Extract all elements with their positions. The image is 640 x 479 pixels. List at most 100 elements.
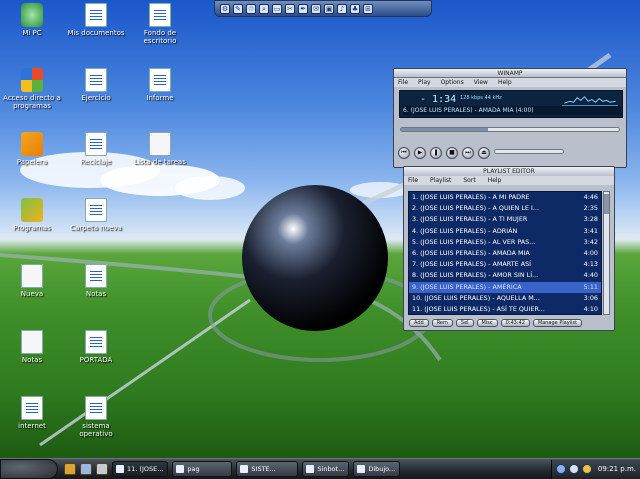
pl-menu-help[interactable]: Help — [488, 176, 502, 185]
winamp-title-bar[interactable]: WINAMP — [394, 69, 626, 78]
total-time: 0:43:42 — [500, 319, 530, 327]
desktop-icon[interactable]: Mis documentos — [66, 3, 126, 37]
menu-options[interactable]: Options — [441, 78, 464, 87]
control-panel-icon[interactable]: ⚙ — [220, 3, 230, 14]
desktop-icon[interactable]: PORTADA — [66, 330, 126, 364]
task-button[interactable]: Dibujo... — [353, 461, 401, 477]
playlist-buttons: Add Rem Sel Misc 0:43:42 Manage Playlist — [409, 319, 583, 327]
quick-launch-bar: ⚙ ✎ ♲ ⌕ ▭ ✂ ✒ ✉ ▣ ♪ ♣ ⊞ — [214, 0, 432, 17]
select-button[interactable]: Sel — [455, 319, 474, 327]
desktop-icon[interactable]: Notas — [66, 264, 126, 298]
scroll-thumb[interactable] — [604, 194, 609, 214]
desktop-icon[interactable]: Lista de tareas — [130, 132, 190, 166]
playlist-item[interactable]: 10. (JOSE LUIS PERALES) - AQUELLA M... 3:… — [409, 293, 601, 304]
prev-icon[interactable]: ⏮ — [398, 147, 410, 159]
playlist-item[interactable]: 2. (JOSE LUIS PERALES) - A QUIEN LE I...… — [409, 203, 601, 214]
playlist-item[interactable]: 5. (JOSE LUIS PERALES) - AL VER PAS... 3:… — [409, 237, 601, 248]
track-duration: 3:41 — [583, 226, 598, 235]
playlist-scrollbar[interactable] — [603, 191, 610, 315]
settings-icon[interactable]: ✎ — [233, 3, 243, 14]
playlist-item[interactable]: 1. (JOSE LUIS PERALES) - A MI PADRE 4:46 — [409, 192, 601, 203]
desktop-icon[interactable]: Nueva — [2, 264, 62, 298]
desktop-icon[interactable]: Reciclaje — [66, 132, 126, 166]
system-tray: 09:21 p.m. — [550, 459, 640, 479]
menu-play[interactable]: Play — [418, 78, 431, 87]
quick-launch-icon[interactable] — [96, 463, 108, 475]
track-title: 10. (JOSE LUIS PERALES) - AQUELLA M... — [412, 293, 540, 302]
menu-view[interactable]: View — [474, 78, 488, 87]
misc-button[interactable]: Misc — [476, 319, 498, 327]
desktop-icon[interactable]: Mi PC — [2, 3, 62, 37]
network-icon[interactable] — [555, 464, 566, 474]
volume-icon[interactable] — [568, 464, 579, 474]
track-duration: 3:42 — [583, 237, 598, 246]
next-icon[interactable]: ⏭ — [462, 147, 474, 159]
playlist-item[interactable]: 4. (JOSE LUIS PERALES) - ADRIÁN 3:41 — [409, 226, 601, 237]
time-display[interactable]: - 1:34 — [420, 94, 456, 105]
task-button[interactable]: 11. (JOSE... — [112, 461, 169, 477]
desktop-icon[interactable]: internet — [2, 396, 62, 430]
task-button[interactable]: pag — [172, 461, 233, 477]
word-doc-icon — [149, 68, 171, 92]
stop-icon[interactable]: ■ — [446, 147, 458, 159]
pen-icon[interactable]: ✒ — [298, 3, 308, 14]
media-icon[interactable]: ♪ — [337, 3, 347, 14]
desktop-icon[interactable]: sistema operativo — [66, 396, 126, 438]
desktop-icon[interactable]: Papelera — [2, 132, 62, 166]
desktop-icon[interactable]: Ejercicio — [66, 68, 126, 102]
grid-icon[interactable]: ⊞ — [363, 3, 373, 14]
desktop-icon[interactable]: Fondo de escritorio — [130, 3, 190, 45]
monitor-icon[interactable]: ▭ — [272, 3, 282, 14]
tree-icon[interactable]: ♣ — [350, 3, 360, 14]
play-icon[interactable]: ▶ — [414, 147, 426, 159]
track-title: 6. (JOSE LUIS PERALES) - AMADA MIA — [412, 248, 530, 257]
playlist-item[interactable]: 11. (JOSE LUIS PERALES) - ASÍ TE QUIER..… — [409, 304, 601, 314]
tools-icon[interactable]: ✂ — [285, 3, 295, 14]
pl-menu-sort[interactable]: Sort — [463, 176, 475, 185]
seek-bar[interactable] — [400, 127, 620, 132]
word-doc-icon — [85, 68, 107, 92]
photo-icon[interactable]: ▣ — [324, 3, 334, 14]
windows-logo-icon — [21, 68, 43, 92]
desktop-icon[interactable]: Notas — [2, 330, 62, 364]
visualizer[interactable] — [562, 94, 618, 106]
remove-button[interactable]: Rem — [431, 319, 453, 327]
eject-icon[interactable]: ⏏ — [478, 147, 490, 159]
track-title: 7. (JOSE LUIS PERALES) - AMARTE ASÍ — [412, 260, 532, 269]
word-doc-icon — [21, 396, 43, 420]
search-icon[interactable]: ⌕ — [259, 3, 269, 14]
quick-launch-icon[interactable] — [64, 463, 76, 475]
volume-slider[interactable] — [494, 149, 564, 154]
menu-help[interactable]: Help — [498, 78, 512, 87]
word-doc-icon — [85, 330, 107, 354]
quick-launch-icon[interactable] — [80, 463, 92, 475]
mail-icon[interactable]: ✉ — [311, 3, 321, 14]
track-duration: 5:11 — [583, 282, 598, 291]
playlist-item[interactable]: 8. (JOSE LUIS PERALES) - AMOR SIN LÍ... 4… — [409, 270, 601, 281]
blank-file-icon — [21, 264, 43, 288]
clock[interactable]: 09:21 p.m. — [598, 465, 636, 473]
desktop-icon[interactable]: Acceso directo a programas — [2, 68, 62, 110]
playlist-item[interactable]: 6. (JOSE LUIS PERALES) - AMADA MIA 4:00 — [409, 248, 601, 259]
desktop-icon[interactable]: Programas — [2, 198, 62, 232]
add-button[interactable]: Add — [409, 319, 429, 327]
playlist-editor: PLAYLIST EDITOR File Playlist Sort Help … — [403, 166, 615, 331]
start-button[interactable] — [0, 459, 58, 479]
messenger-icon[interactable] — [581, 464, 592, 474]
desktop-icon[interactable]: Informe — [130, 68, 190, 102]
desktop-icon[interactable]: Carpeta nueva — [66, 198, 126, 232]
playlist-menu: File Playlist Sort Help — [404, 176, 614, 185]
playlist-item[interactable]: 7. (JOSE LUIS PERALES) - AMARTE ASÍ 4:13 — [409, 259, 601, 270]
pl-menu-file[interactable]: File — [408, 176, 418, 185]
recycle-icon[interactable]: ♲ — [246, 3, 256, 14]
playlist-item[interactable]: 3. (JOSE LUIS PERALES) - A TI MUJER 3:28 — [409, 214, 601, 225]
playlist-title-bar[interactable]: PLAYLIST EDITOR — [404, 167, 614, 176]
manage-playlist-button[interactable]: Manage Playlist — [532, 319, 583, 327]
task-button[interactable]: SISTE... — [236, 461, 299, 477]
task-button[interactable]: Sinbot... — [302, 461, 350, 477]
pl-menu-playlist[interactable]: Playlist — [430, 176, 451, 185]
pause-icon[interactable]: ❚ — [430, 147, 442, 159]
track-title: 9. (JOSE LUIS PERALES) - AMÉRICA — [412, 282, 522, 291]
menu-file[interactable]: File — [398, 78, 408, 87]
playlist-item[interactable]: 9. (JOSE LUIS PERALES) - AMÉRICA 5:11 — [409, 281, 601, 293]
